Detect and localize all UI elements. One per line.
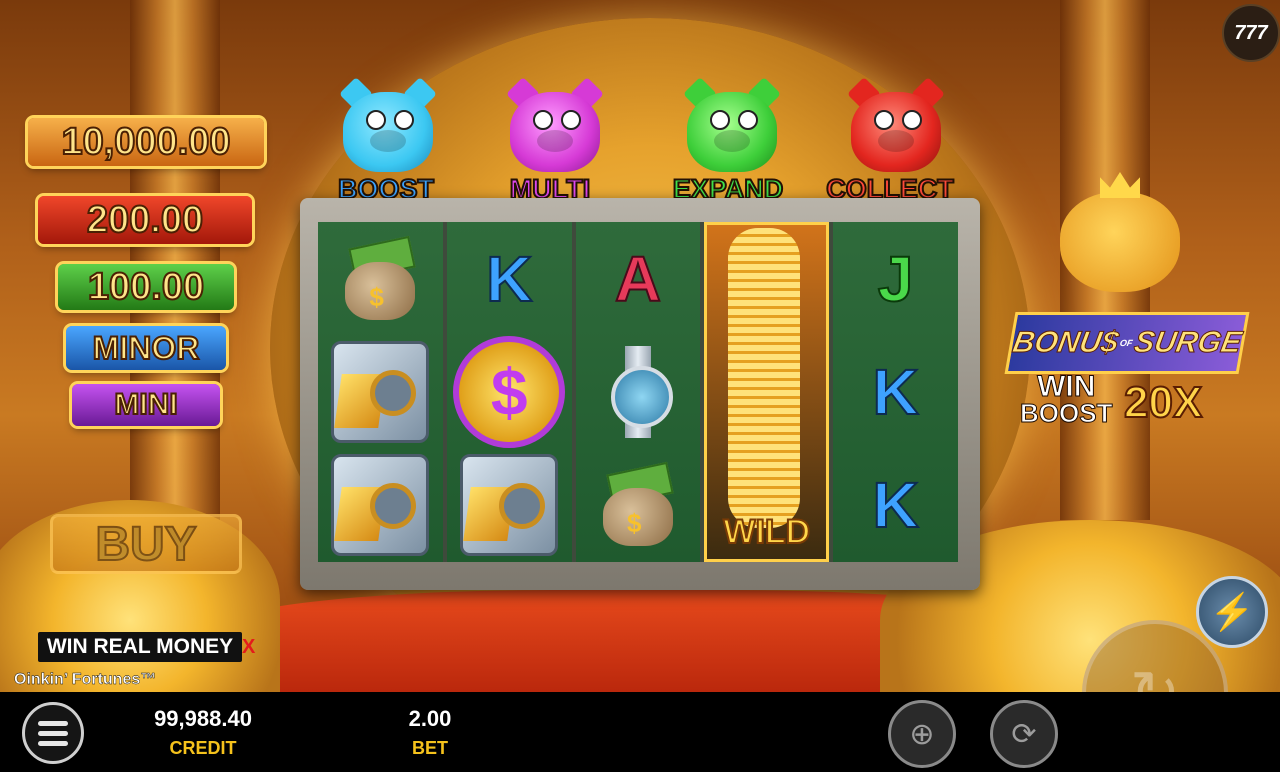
symbol-k: K xyxy=(485,242,533,316)
bottom-bar xyxy=(0,692,1280,772)
reel-4: WILD xyxy=(704,222,830,562)
credit-label: CREDIT xyxy=(169,738,237,758)
jackpot-minor: MINOR xyxy=(66,326,226,370)
moneybag-icon: $ xyxy=(576,448,701,561)
bet-label: BET xyxy=(412,738,448,758)
jackpot-major: 200.00 xyxy=(38,196,252,244)
brand-logo: 777 xyxy=(1222,4,1280,62)
king-pig-icon xyxy=(1050,172,1190,300)
win-boost: WIN BOOST xyxy=(1019,370,1113,428)
jackpot-mid-value: 100.00 xyxy=(87,265,205,309)
spin-icon: ↻ xyxy=(1130,658,1180,692)
jackpot-mini-label: MINI xyxy=(113,387,178,422)
reel-1: $ xyxy=(318,222,443,562)
jackpot-mini: MINI xyxy=(72,384,220,426)
dollar-coin-icon: $ xyxy=(447,335,572,448)
win-boost-line1: WIN xyxy=(1037,370,1096,403)
jackpot-grand-value: 10,000.00 xyxy=(60,120,231,164)
gold-safe-icon xyxy=(318,335,443,448)
hamburger-menu-icon[interactable] xyxy=(22,702,84,764)
symbol-j: J xyxy=(877,242,915,316)
wild-coin-stack-icon: WILD xyxy=(704,222,830,562)
boost-pig-icon xyxy=(338,77,438,176)
bonus-surge-banner: BONU$ OF SURGE xyxy=(1004,312,1250,374)
jackpot-minor-label: MINOR xyxy=(92,329,201,367)
reel-3: A $ xyxy=(575,222,701,562)
game-title: Oinkin’ Fortunes™ xyxy=(14,671,157,688)
wild-label: WILD xyxy=(722,512,811,552)
multi-pig-icon xyxy=(505,77,605,176)
buy-button[interactable]: BUY xyxy=(50,514,242,574)
jackpot-mid: 100.00 xyxy=(58,264,234,310)
collect-pig-icon xyxy=(846,77,946,176)
left-pillar xyxy=(130,0,220,520)
bonus-word2: SURGE xyxy=(1131,326,1245,360)
coins-plus-icon[interactable]: ⊕ xyxy=(888,700,956,768)
coin-stack xyxy=(728,228,801,528)
symbol-a: A xyxy=(614,242,662,316)
bonus-of: OF xyxy=(1119,338,1134,348)
expand-pig-icon xyxy=(682,77,782,176)
moneybag-icon: $ xyxy=(318,222,443,335)
lightning-icon[interactable]: ⚡ xyxy=(1196,576,1268,648)
symbol-k: K xyxy=(871,468,919,542)
jackpot-grand: 10,000.00 xyxy=(28,118,264,166)
credit-value: 99,988.40 xyxy=(154,706,252,731)
win-real-money-banner[interactable]: WIN REAL MONEY xyxy=(38,632,242,662)
watch-icon xyxy=(576,335,701,448)
autoplay-icon[interactable]: ⟳ xyxy=(990,700,1058,768)
symbol-k: K xyxy=(871,355,919,429)
bonus-word1: BONU$ xyxy=(1010,326,1122,360)
crown-icon xyxy=(1100,172,1140,198)
gold-safe-icon xyxy=(447,448,572,561)
win-boost-multiplier: 20X xyxy=(1123,377,1203,428)
win-boost-line2: BOOST xyxy=(1019,398,1113,428)
reel-grid: $ K $ A $ WILD J K K xyxy=(318,222,958,562)
close-icon[interactable]: X xyxy=(242,636,255,659)
reel-5: J K K xyxy=(833,222,958,562)
game-scene: BOOST MULTI EXPAND COLLECT 10,000.00 200… xyxy=(0,0,1280,692)
jackpot-major-value: 200.00 xyxy=(86,198,204,242)
reel-2: K $ xyxy=(446,222,572,562)
bet-value[interactable]: 2.00 xyxy=(390,706,470,732)
gold-safe-icon xyxy=(318,448,443,561)
